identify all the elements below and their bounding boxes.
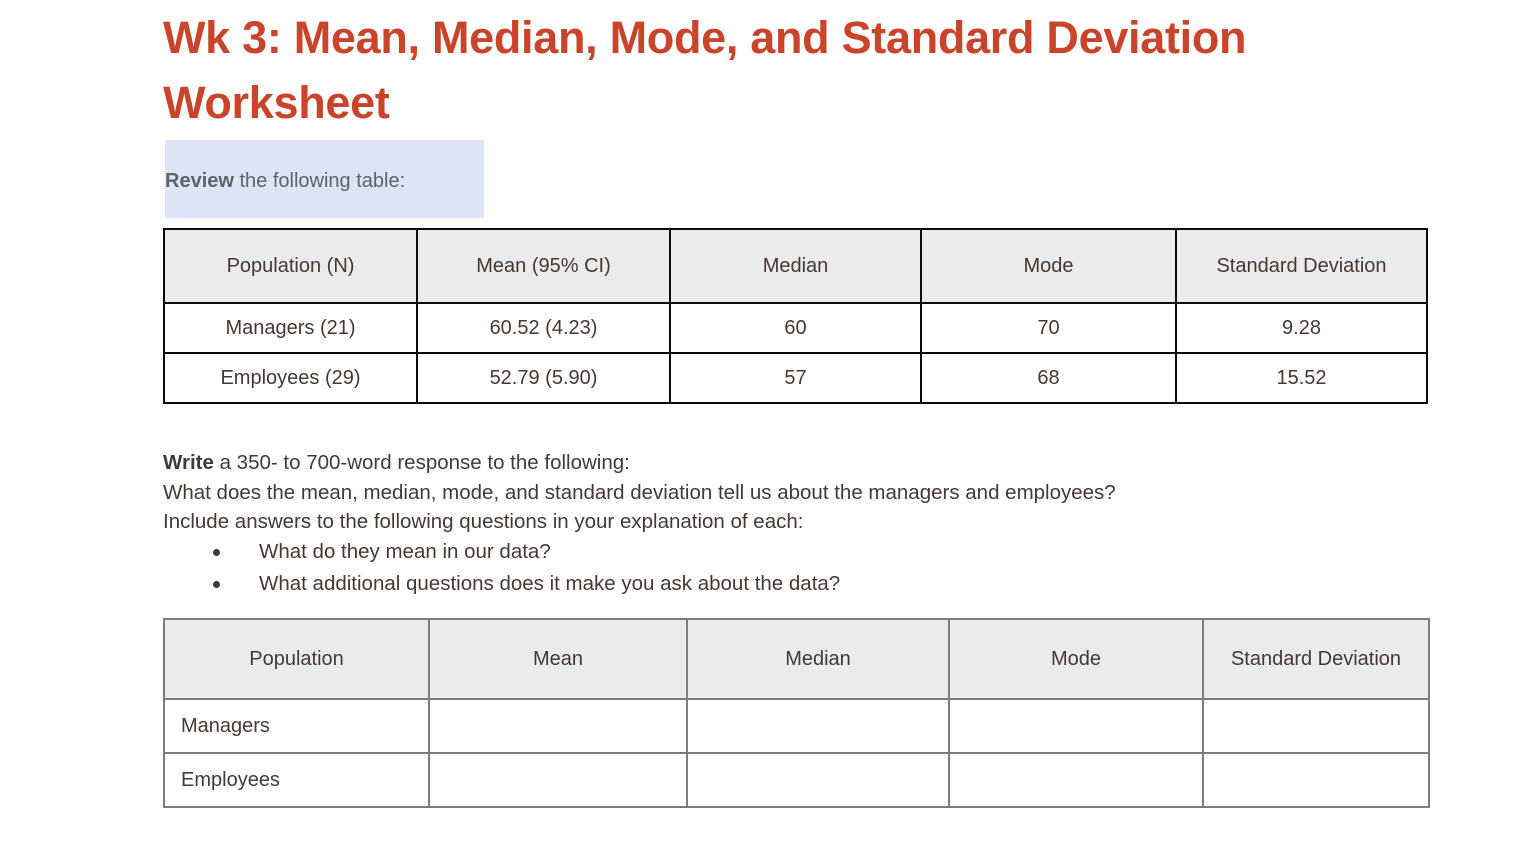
col-header-mode: Mode — [948, 618, 1204, 700]
col-header-mean: Mean — [428, 618, 688, 700]
cell-mode-input[interactable] — [948, 752, 1204, 808]
instructions-line-2: What does the mean, median, mode, and st… — [163, 480, 1116, 504]
table-header-row: Population Mean Median Mode Standard Dev… — [163, 618, 1430, 700]
instructions-line-3: Include answers to the following questio… — [163, 510, 804, 533]
instructions-paragraph: Write a 350- to 700-word response to the… — [163, 448, 1413, 537]
cell-mode: 68 — [920, 352, 1177, 404]
review-callout-text: the following table: — [233, 170, 406, 192]
cell-standard-deviation: 9.28 — [1175, 302, 1428, 354]
col-header-population: Population (N) — [163, 228, 418, 304]
list-item: What do they mean in our data? — [163, 536, 1363, 568]
bullet-dot-icon — [213, 549, 220, 556]
cell-population: Employees — [163, 752, 430, 808]
bullet-dot-icon — [213, 581, 220, 588]
col-header-median: Median — [669, 228, 922, 304]
cell-population: Managers — [163, 698, 430, 754]
cell-standard-deviation-input[interactable] — [1202, 698, 1430, 754]
review-label: Review — [165, 170, 234, 192]
col-header-standard-deviation: Standard Deviation — [1175, 228, 1428, 304]
list-item: What additional questions does it make y… — [163, 568, 1363, 600]
worksheet-page: Wk 3: Mean, Median, Mode, and Standard D… — [0, 0, 1534, 846]
table-header-row: Population (N) Mean (95% CI) Median Mode… — [163, 228, 1428, 304]
cell-median: 60 — [669, 302, 922, 354]
col-header-median: Median — [686, 618, 950, 700]
cell-median: 57 — [669, 352, 922, 404]
answer-entry-table: Population Mean Median Mode Standard Dev… — [163, 618, 1430, 808]
cell-mean: 60.52 (4.23) — [416, 302, 671, 354]
list-item-label: What additional questions does it make y… — [259, 572, 841, 595]
page-title: Wk 3: Mean, Median, Mode, and Standard D… — [163, 12, 1247, 128]
cell-mode: 70 — [920, 302, 1177, 354]
cell-median-input[interactable] — [686, 752, 950, 808]
cell-mean-input[interactable] — [428, 698, 688, 754]
cell-population: Employees (29) — [163, 352, 418, 404]
instructions-bullet-list: What do they mean in our data? What addi… — [163, 536, 1363, 600]
review-callout: Review the following table: — [165, 168, 495, 194]
cell-population: Managers (21) — [163, 302, 418, 354]
instructions-line-1: Write a 350- to 700-word response to the… — [163, 448, 1413, 478]
col-header-mode: Mode — [920, 228, 1177, 304]
table-row: Managers — [163, 698, 1430, 754]
cell-mean: 52.79 (5.90) — [416, 352, 671, 404]
table-row: Managers (21) 60.52 (4.23) 60 70 9.28 — [163, 302, 1428, 354]
write-label: Write — [163, 451, 214, 474]
col-header-population: Population — [163, 618, 430, 700]
statistics-data-table: Population (N) Mean (95% CI) Median Mode… — [163, 228, 1428, 404]
table-row: Employees (29) 52.79 (5.90) 57 68 15.52 — [163, 352, 1428, 404]
col-header-standard-deviation: Standard Deviation — [1202, 618, 1430, 700]
write-rest: a 350- to 700-word response to the follo… — [213, 451, 630, 474]
col-header-mean: Mean (95% CI) — [416, 228, 671, 304]
cell-standard-deviation-input[interactable] — [1202, 752, 1430, 808]
table-row: Employees — [163, 752, 1430, 808]
cell-median-input[interactable] — [686, 698, 950, 754]
cell-mean-input[interactable] — [428, 752, 688, 808]
cell-mode-input[interactable] — [948, 698, 1204, 754]
cell-standard-deviation: 15.52 — [1175, 352, 1428, 404]
list-item-label: What do they mean in our data? — [259, 540, 551, 563]
